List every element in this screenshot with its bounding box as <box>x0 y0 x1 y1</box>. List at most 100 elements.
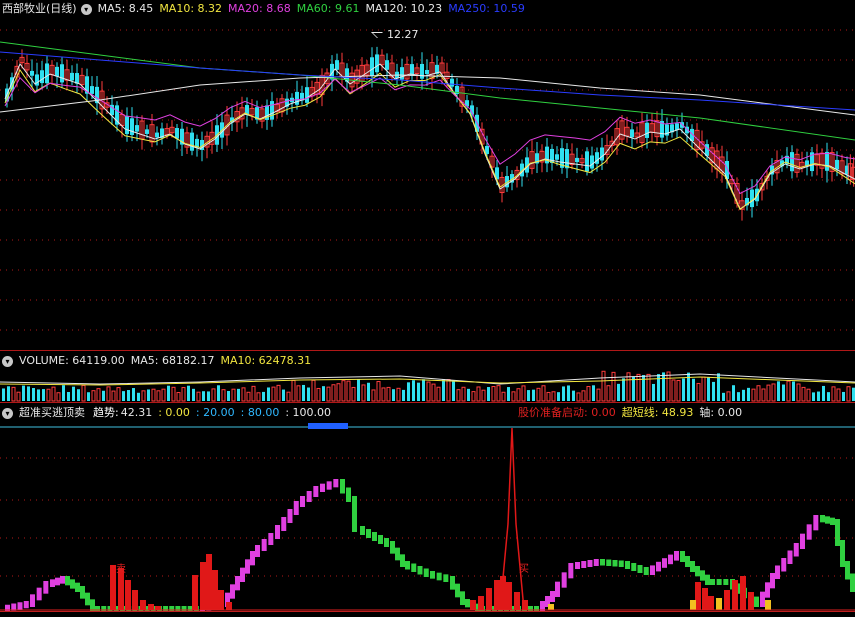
collapse-icon[interactable]: ▾ <box>2 355 13 367</box>
trend-block <box>581 561 587 568</box>
candle <box>585 151 589 172</box>
volume-bar <box>176 392 181 402</box>
pane-divider[interactable] <box>0 402 855 403</box>
volume-bar <box>46 388 51 402</box>
volume-bar <box>237 388 240 401</box>
pane-divider[interactable] <box>0 350 855 351</box>
volume-bar <box>527 390 530 401</box>
signal-bar <box>494 580 500 610</box>
volume-bar <box>671 379 676 402</box>
candle <box>370 57 374 77</box>
trend-block <box>700 570 705 581</box>
vol-ma5-label: MA5: 68182.17 <box>130 354 215 367</box>
volume-pane[interactable]: ▾ VOLUME: 64119.00 MA5: 68182.17 MA10: 6247… <box>0 352 855 402</box>
volume-bar <box>196 391 201 402</box>
volume-bar <box>586 386 591 402</box>
indicator-pane[interactable]: ▾ 超准买逃顶卖 趋势: 42.31: 0.00: 20.00: 80.00: 100… <box>0 404 855 617</box>
indicator-legend: ▾ 超准买逃顶卖 趋势: 42.31: 0.00: 20.00: 80.00: 100… <box>2 406 337 420</box>
volume-bar <box>546 391 551 402</box>
candle <box>565 149 569 169</box>
volume-bar <box>801 386 806 402</box>
trend-block <box>275 525 280 539</box>
trend-block <box>656 561 661 572</box>
trend-block <box>405 561 410 570</box>
collapse-icon[interactable]: ▾ <box>80 3 92 15</box>
volume-bar <box>276 384 281 402</box>
trend-block <box>395 547 400 561</box>
candle <box>450 78 454 87</box>
trend-block <box>695 566 700 577</box>
volume-bar <box>217 385 220 401</box>
kline-chart[interactable] <box>0 0 855 350</box>
trend-block <box>618 560 624 567</box>
volume-bar <box>551 391 556 402</box>
volume-bar <box>562 386 565 401</box>
volume-bar <box>322 386 325 401</box>
trend-block <box>787 550 793 564</box>
volume-bar <box>567 385 570 401</box>
volume-bar <box>751 388 756 402</box>
candle <box>335 60 339 70</box>
volume-bar <box>606 385 611 402</box>
trend-block <box>255 545 260 557</box>
candle <box>90 86 94 94</box>
volume-bar <box>646 373 651 402</box>
volume-bar <box>386 386 391 402</box>
trend-block <box>612 560 618 567</box>
trend-block <box>313 486 319 497</box>
signal-bar <box>140 600 146 610</box>
volume-bar <box>662 372 665 401</box>
volume-bar <box>311 379 316 402</box>
volume-bar <box>481 389 486 402</box>
volume-bar <box>262 391 265 401</box>
signal-bar <box>702 588 708 610</box>
volume-bar <box>737 392 740 401</box>
trend-block <box>378 535 383 544</box>
trend-block <box>320 483 325 492</box>
trend-block <box>50 579 55 587</box>
trend-block <box>450 576 455 590</box>
volume-bar <box>777 381 780 401</box>
trend-block <box>23 601 29 609</box>
candle <box>375 54 379 73</box>
trend-block <box>765 582 770 598</box>
volume-bar <box>181 387 186 402</box>
volume-bar <box>326 386 331 402</box>
indicator-chart[interactable] <box>0 404 855 617</box>
volume-bar <box>541 385 546 402</box>
trend-block <box>65 576 70 586</box>
signal-bar-yellow <box>716 598 722 610</box>
volume-bar <box>507 387 510 401</box>
volume-bar <box>7 386 10 401</box>
signal-bar <box>155 606 161 610</box>
trend-block <box>465 599 470 608</box>
collapse-icon[interactable]: ▾ <box>2 407 13 419</box>
volume-bar <box>122 391 125 401</box>
volume-bar <box>822 385 825 401</box>
signal-bar <box>212 570 218 610</box>
volume-bar <box>231 388 236 402</box>
volume-bar <box>422 379 425 401</box>
volume-bar <box>812 392 815 401</box>
signal-bar <box>470 600 476 610</box>
volume-bar <box>792 381 795 401</box>
volume-bar <box>256 392 261 402</box>
volume-bar <box>87 392 90 401</box>
volume-bar <box>622 378 625 401</box>
trend-block <box>245 559 250 574</box>
volume-bar <box>666 371 671 402</box>
trend-block <box>606 559 612 566</box>
volume-bar <box>417 382 420 401</box>
trend-block <box>840 540 845 567</box>
volume-bar <box>687 372 690 401</box>
volume-bar <box>396 387 401 402</box>
candle <box>575 157 579 163</box>
volume-bar <box>536 387 541 402</box>
volume-bar <box>56 392 61 402</box>
volume-bar <box>581 390 586 402</box>
volume-bar <box>2 388 5 401</box>
volume-bar <box>11 386 16 402</box>
kline-pane[interactable]: 西部牧业(日线) ▾ MA5: 8.45 MA10: 8.32 MA20: 8.68 MA… <box>0 0 855 350</box>
signal-bar-yellow <box>548 604 554 610</box>
sell-signal: 卖 <box>116 564 126 575</box>
